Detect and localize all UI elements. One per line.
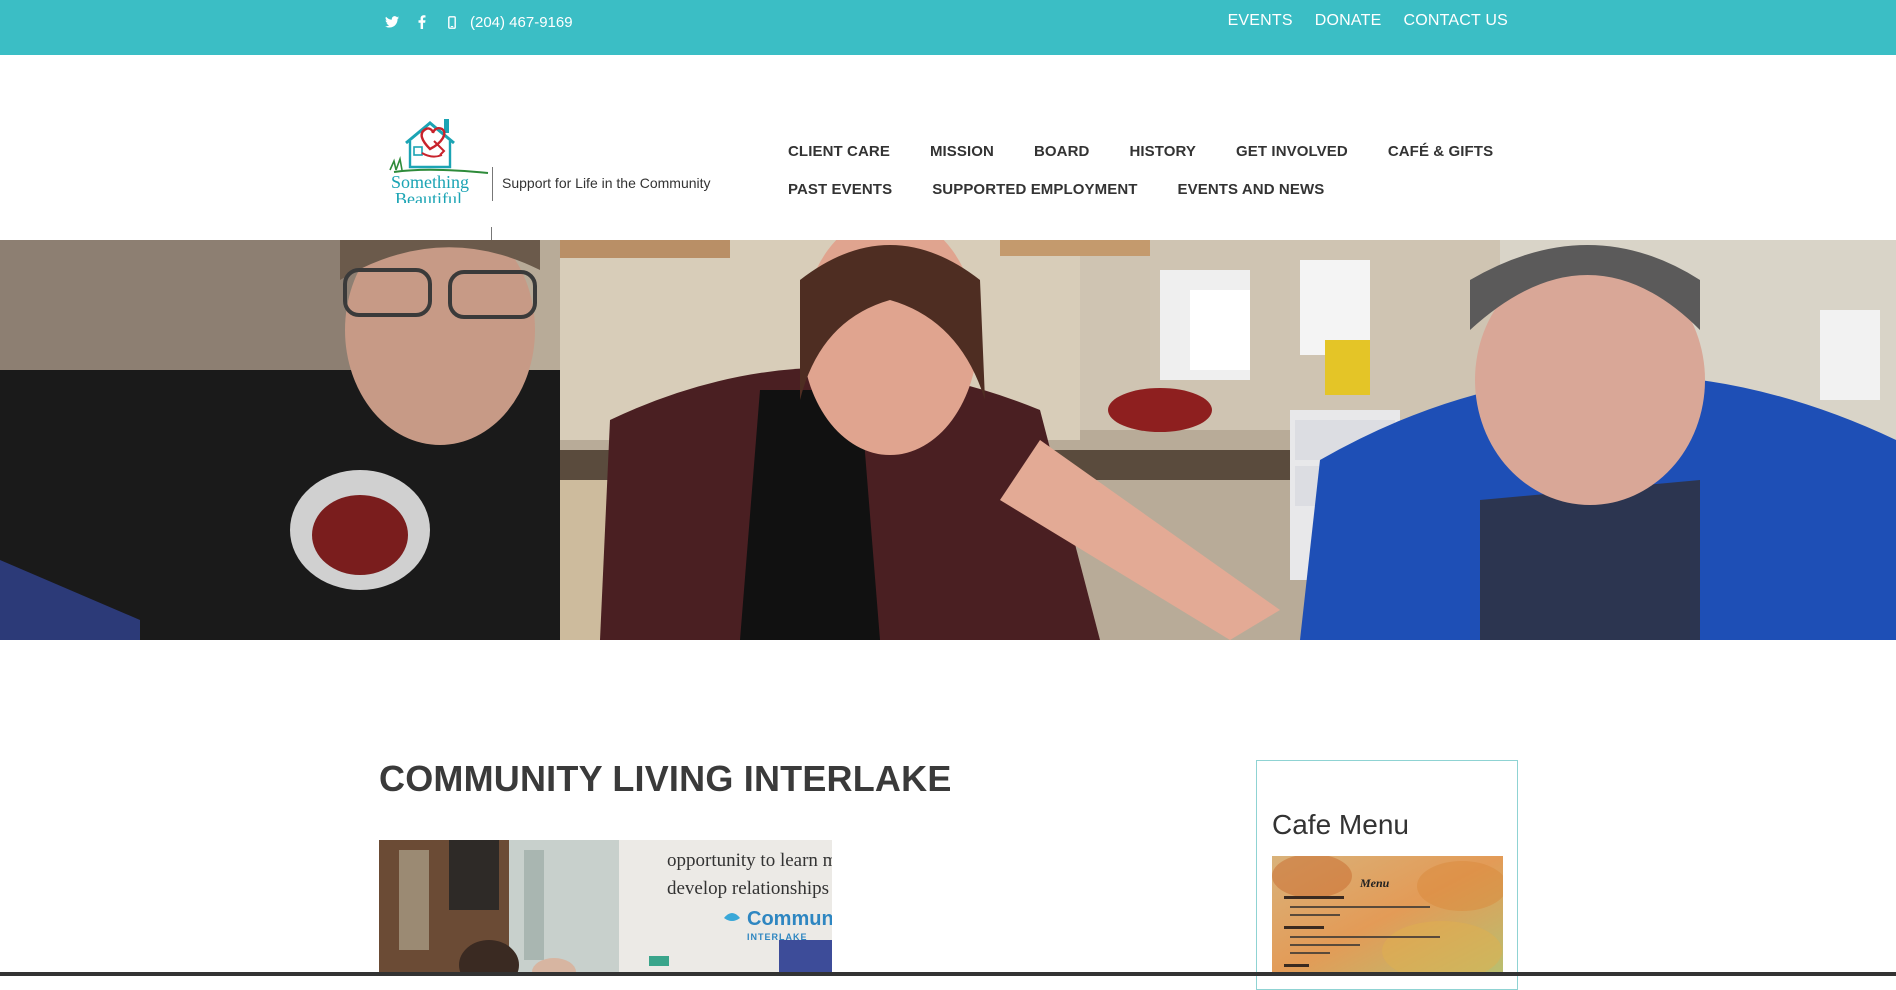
nav-cafe-gifts[interactable]: CAFÉ & GIFTS — [1388, 143, 1493, 160]
nav-get-involved[interactable]: GET INVOLVED — [1236, 143, 1348, 160]
main-nav: CLIENT CARE MISSION BOARD HISTORY GET IN… — [788, 132, 1508, 208]
cafe-menu-graphic — [1272, 856, 1503, 976]
mobile-phone-icon — [444, 12, 460, 32]
cafe-menu-title: Cafe Menu — [1272, 809, 1409, 840]
page-title: COMMUNITY LIVING INTERLAKE — [379, 758, 952, 799]
nav-history[interactable]: HISTORY — [1129, 143, 1196, 160]
site-logo[interactable]: Something Beautiful — [388, 115, 718, 259]
site-header: Something Beautiful Support for Life in … — [0, 55, 1896, 259]
twitter-icon[interactable] — [384, 12, 400, 32]
nav-board[interactable]: BOARD — [1034, 143, 1090, 160]
nav-supported-employment[interactable]: SUPPORTED EMPLOYMENT — [932, 181, 1137, 198]
donate-link[interactable]: DONATE — [1315, 12, 1382, 30]
logo-divider-line — [492, 167, 493, 201]
nav-past-events[interactable]: PAST EVENTS — [788, 181, 892, 198]
community-living-photo: opportunity to learn mea develop relatio… — [379, 840, 832, 976]
nav-mission[interactable]: MISSION — [930, 143, 994, 160]
hero-photo — [0, 240, 1896, 640]
nav-row-2: PAST EVENTS SUPPORTED EMPLOYMENT EVENTS … — [788, 170, 1508, 208]
logo-tagline: Support for Life in the Community — [502, 175, 711, 191]
nav-client-care[interactable]: CLIENT CARE — [788, 143, 890, 160]
bottom-edge — [0, 972, 1896, 976]
photo-text-line2: develop relationships in — [667, 878, 832, 899]
photo-text-line1: opportunity to learn mea — [667, 850, 832, 871]
photo-logo-sub: INTERLAKE — [747, 932, 808, 942]
nav-row-1: CLIENT CARE MISSION BOARD HISTORY GET IN… — [788, 132, 1508, 170]
cafe-menu-image[interactable]: Menu — [1272, 856, 1503, 976]
cafe-menu-widget: Cafe Menu Menu — [1256, 760, 1518, 990]
menu-image-heading: Menu — [1360, 876, 1390, 890]
hero-photo-graphic — [0, 240, 1896, 640]
phone-number[interactable]: (204) 467-9169 — [470, 14, 573, 31]
social-contact: (204) 467-9169 — [384, 12, 573, 32]
top-bar: (204) 467-9169 EVENTS DONATE CONTACT US — [0, 0, 1896, 55]
brand-line2: Beautiful — [395, 189, 462, 203]
photo-logo-text: Communit — [747, 908, 832, 930]
contact-us-link[interactable]: CONTACT US — [1403, 12, 1508, 30]
house-heart-logo-icon: Something Beautiful — [389, 119, 489, 203]
facebook-icon[interactable] — [414, 12, 430, 32]
top-links: EVENTS DONATE CONTACT US — [1228, 12, 1508, 30]
nav-events-and-news[interactable]: EVENTS AND NEWS — [1178, 181, 1325, 198]
events-link[interactable]: EVENTS — [1228, 12, 1293, 30]
